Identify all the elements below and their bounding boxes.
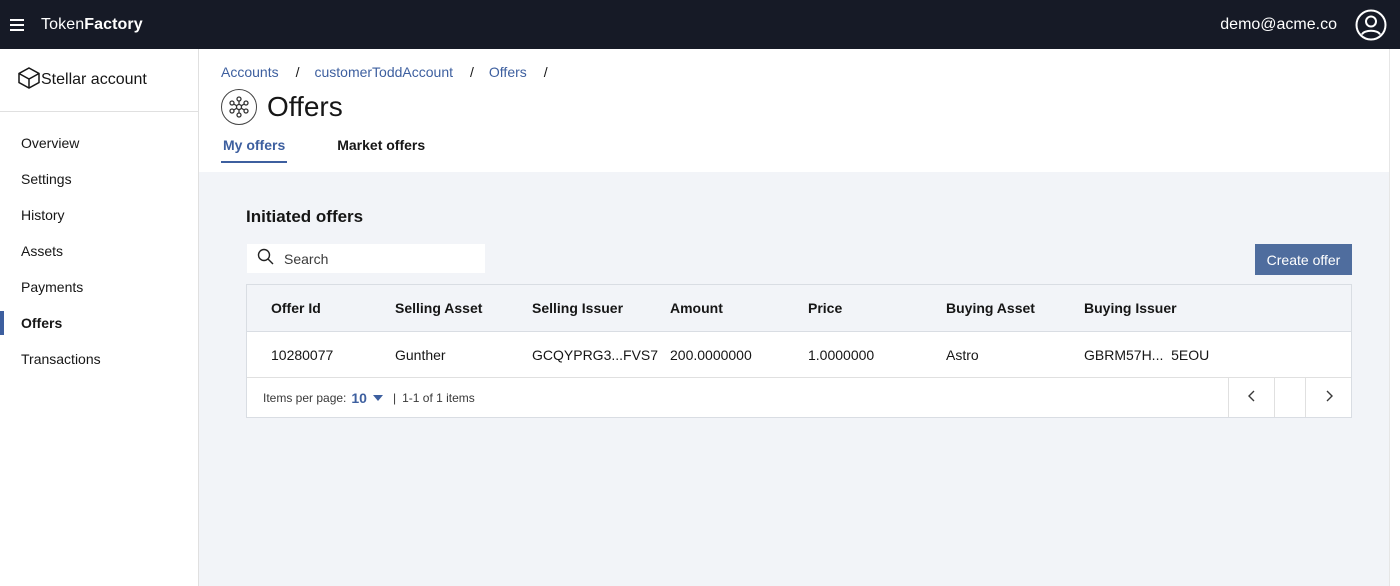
breadcrumb-offers[interactable]: Offers — [489, 64, 527, 80]
section-title: Initiated offers — [246, 207, 364, 226]
create-offer-button[interactable]: Create offer — [1255, 244, 1352, 275]
scrollbar[interactable] — [1389, 49, 1400, 586]
cell-buying-asset: Astro — [946, 346, 979, 363]
column-header-buying-issuer[interactable]: Buying Issuer — [1084, 300, 1284, 316]
pagination: Items per page: 10 | 1-1 of 1 items — [247, 378, 1351, 417]
cell-buying-issuer: GBRM57H... 5EOU — [1084, 346, 1210, 363]
sidebar-header: Stellar account — [0, 49, 198, 112]
sidebar-item-assets[interactable]: Assets — [0, 233, 198, 269]
column-header-offer-id[interactable]: Offer Id — [247, 300, 395, 316]
breadcrumb-separator: / — [470, 64, 474, 80]
sidebar-title: Stellar account — [41, 71, 147, 88]
sidebar-item-overview[interactable]: Overview — [0, 125, 198, 161]
table-header: Offer Id Selling Asset Selling Issuer Am… — [247, 285, 1351, 332]
cell-selling-asset: Gunther — [395, 346, 446, 363]
sidebar-item-offers[interactable]: Offers — [0, 305, 198, 341]
user-email[interactable]: demo@acme.co — [1220, 16, 1337, 34]
tab-market-offers[interactable]: Market offers — [335, 133, 427, 163]
page-title: Offers — [267, 91, 343, 122]
items-per-page-label: Items per page: — [263, 390, 347, 405]
breadcrumb-separator: / — [543, 64, 548, 80]
breadcrumb-account[interactable]: customerToddAccount — [314, 64, 453, 80]
user-avatar-icon[interactable] — [1354, 8, 1388, 42]
breadcrumb-separator: / — [295, 64, 300, 80]
column-header-amount[interactable]: Amount — [670, 300, 808, 316]
offers-table: Offer Id Selling Asset Selling Issuer Am… — [246, 284, 1352, 418]
next-page-button[interactable] — [1305, 378, 1351, 417]
sidebar-item-settings[interactable]: Settings — [0, 161, 198, 197]
column-header-price[interactable]: Price — [808, 300, 946, 316]
chevron-left-icon — [1247, 390, 1257, 405]
page-title-row: Offers — [221, 89, 343, 125]
column-header-selling-issuer[interactable]: Selling Issuer — [532, 300, 670, 316]
items-per-page-select[interactable]: 10 — [351, 390, 383, 406]
network-nodes-icon — [221, 89, 257, 125]
previous-page-button[interactable] — [1228, 378, 1274, 417]
sidebar: Stellar account Overview Settings Histor… — [0, 49, 199, 586]
page-header: Accounts / customerToddAccount / Offers … — [199, 49, 1389, 172]
items-per-page-value: 10 — [351, 389, 367, 406]
cell-selling-issuer: GCQYPRG3...FVS7 — [532, 346, 659, 363]
tab-my-offers[interactable]: My offers — [221, 133, 288, 163]
stellar-account-icon — [17, 66, 41, 95]
cell-offer-id: 10280077 — [271, 346, 334, 363]
top-bar: TokenFactory demo@acme.co — [0, 0, 1400, 49]
search-icon — [257, 248, 274, 270]
sidebar-item-history[interactable]: History — [0, 197, 198, 233]
page-number-button[interactable] — [1274, 378, 1305, 417]
column-header-selling-asset[interactable]: Selling Asset — [395, 300, 532, 316]
search-box[interactable] — [247, 244, 485, 273]
sidebar-item-transactions[interactable]: Transactions — [0, 341, 198, 377]
brand-prefix: Token — [41, 15, 85, 33]
column-header-buying-asset[interactable]: Buying Asset — [946, 300, 1084, 316]
table-row[interactable]: 10280077 Gunther GCQYPRG3...FVS7 200.000… — [247, 332, 1351, 378]
caret-down-icon — [372, 394, 383, 401]
app-brand[interactable]: TokenFactory — [41, 16, 143, 34]
cell-price: 1.0000000 — [808, 346, 875, 363]
breadcrumb-accounts[interactable]: Accounts — [221, 64, 279, 80]
cell-amount: 200.0000000 — [670, 346, 752, 363]
breadcrumb: Accounts / customerToddAccount / Offers … — [221, 64, 563, 80]
sidebar-item-payments[interactable]: Payments — [0, 269, 198, 305]
chevron-right-icon — [1324, 390, 1334, 405]
search-input[interactable] — [284, 250, 474, 267]
tabs: My offers Market offers — [221, 133, 475, 163]
pagination-range: 1-1 of 1 items — [402, 390, 475, 405]
sidebar-nav: Overview Settings History Assets Payment… — [0, 112, 198, 377]
brand-suffix: Factory — [84, 15, 143, 33]
menu-icon[interactable] — [0, 0, 34, 49]
pagination-divider: | — [392, 390, 397, 405]
